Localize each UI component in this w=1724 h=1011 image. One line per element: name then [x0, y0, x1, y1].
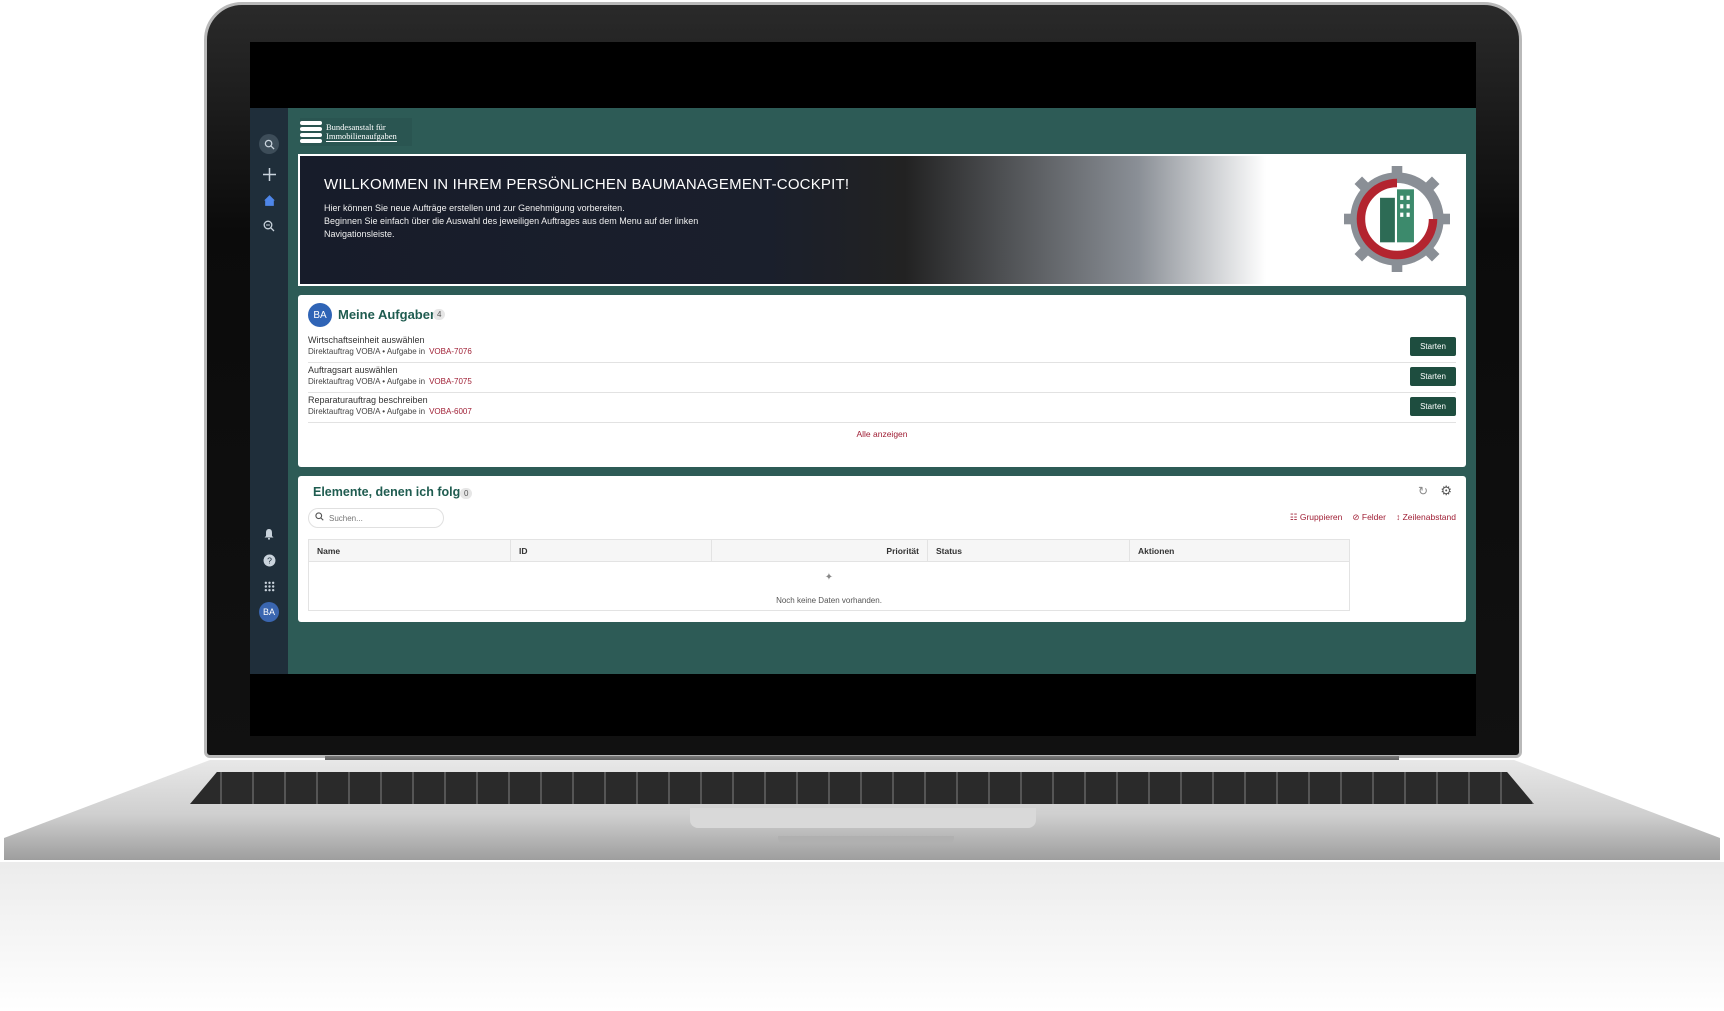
- home-icon[interactable]: [259, 190, 279, 210]
- row-spacing-label: Zeilenabstand: [1402, 512, 1456, 522]
- column-header-name[interactable]: Name: [309, 540, 511, 561]
- search-field[interactable]: [308, 508, 444, 528]
- add-icon[interactable]: [259, 164, 279, 184]
- start-button[interactable]: Starten: [1410, 397, 1456, 416]
- sidebar: ? BA: [250, 108, 288, 674]
- search-icon[interactable]: [259, 134, 279, 154]
- search-input[interactable]: [329, 513, 429, 523]
- svg-text:?: ?: [267, 555, 272, 565]
- task-link[interactable]: VOBA-7075: [429, 377, 472, 386]
- column-header-status[interactable]: Status: [928, 540, 1130, 561]
- task-row: Reparaturauftrag beschreiben Direktauftr…: [308, 393, 1456, 423]
- table-header: Name ID Priorität Status Aktionen: [309, 540, 1349, 562]
- bell-icon[interactable]: [259, 524, 279, 544]
- task-link[interactable]: VOBA-7076: [429, 347, 472, 356]
- task-row: Wirtschaftseinheit auswählen Direktauftr…: [308, 333, 1456, 363]
- refresh-icon[interactable]: ↻: [1418, 484, 1428, 498]
- laptop-keyboard: [190, 772, 1534, 804]
- laptop-notch: [778, 836, 954, 844]
- laptop-trackpad: [690, 808, 1036, 828]
- followed-items-title: Elemente, denen ich folge: [313, 485, 468, 499]
- tasks-avatar: BA: [308, 303, 332, 327]
- task-meta-text: Direktauftrag VOB/A • Aufgabe in: [308, 407, 426, 416]
- user-avatar[interactable]: BA: [259, 602, 279, 622]
- fields-label: Felder: [1361, 512, 1386, 522]
- org-name-line2: Immobilienaufgaben: [326, 130, 397, 141]
- app-window: ? BA Bundesanstalt für Immobilienaufgabe…: [250, 108, 1476, 674]
- followed-items-count-badge: 0: [460, 488, 473, 499]
- welcome-banner: WILLKOMMEN IN IHREM PERSÖNLICHEN BAUMANA…: [298, 154, 1466, 286]
- followed-items-card: Elemente, denen ich folge 0 ↻ ⚙ ☷ Gruppi…: [298, 476, 1466, 622]
- task-meta: Direktauftrag VOB/A • Aufgabe in VOBA-707…: [308, 377, 472, 386]
- group-label: Gruppieren: [1299, 512, 1343, 522]
- task-meta: Direktauftrag VOB/A • Aufgabe in VOBA-707…: [308, 347, 472, 356]
- start-button[interactable]: Starten: [1410, 337, 1456, 356]
- my-tasks-card: BA Meine Aufgaben 4 Wirtschaftseinheit a…: [298, 295, 1466, 467]
- task-row: Auftragsart auswählen Direktauftrag VOB/…: [308, 363, 1456, 393]
- task-link[interactable]: VOBA-6007: [429, 407, 472, 416]
- empty-state-sparkle-icon: ✦: [824, 572, 834, 583]
- tasks-title: Meine Aufgaben: [338, 307, 438, 322]
- fields-button[interactable]: ⊘ Felder: [1352, 512, 1386, 523]
- start-button[interactable]: Starten: [1410, 367, 1456, 386]
- column-header-id[interactable]: ID: [511, 540, 712, 561]
- construction-gear-emblem-icon: [1344, 166, 1450, 272]
- task-name: Auftragsart auswählen: [308, 365, 398, 375]
- task-name: Reparaturauftrag beschreiben: [308, 395, 428, 405]
- group-button[interactable]: ☷ Gruppieren: [1290, 512, 1343, 523]
- banner-text-line1: Hier können Sie neue Aufträge erstellen …: [324, 203, 625, 213]
- task-meta-text: Direktauftrag VOB/A • Aufgabe in: [308, 347, 426, 356]
- apps-grid-icon[interactable]: [259, 576, 279, 596]
- banner-title: WILLKOMMEN IN IHREM PERSÖNLICHEN BAUMANA…: [324, 176, 850, 193]
- banner-text-line2: Beginnen Sie einfach über die Auswahl de…: [324, 216, 699, 239]
- task-meta: Direktauftrag VOB/A • Aufgabe in VOBA-600…: [308, 407, 472, 416]
- laptop-screen: ? BA Bundesanstalt für Immobilienaufgabe…: [250, 42, 1476, 736]
- task-name: Wirtschaftseinheit auswählen: [308, 335, 425, 345]
- main-content: Bundesanstalt für Immobilienaufgaben WIL…: [288, 108, 1476, 674]
- task-meta-text: Direktauftrag VOB/A • Aufgabe in: [308, 377, 426, 386]
- row-spacing-button[interactable]: ↕ Zeilenabstand: [1396, 512, 1456, 523]
- show-all-link[interactable]: Alle anzeigen: [298, 429, 1466, 439]
- column-header-actions[interactable]: Aktionen: [1130, 540, 1349, 561]
- gear-icon[interactable]: ⚙: [1440, 483, 1452, 499]
- followed-items-table: Name ID Priorität Status Aktionen ✦ Noch…: [308, 539, 1350, 611]
- zoom-search-icon[interactable]: [259, 216, 279, 236]
- column-header-priority[interactable]: Priorität: [712, 540, 928, 561]
- laptop-reflection: [0, 862, 1724, 1011]
- tasks-count-badge: 4: [433, 309, 446, 320]
- org-logo-text: Bundesanstalt für Immobilienaufgaben: [326, 122, 397, 142]
- empty-state-text: Noch keine Daten vorhanden.: [776, 596, 882, 605]
- table-toolbar: ☷ Gruppieren ⊘ Felder ↕ Zeilenabstand: [1290, 512, 1456, 523]
- org-logo[interactable]: Bundesanstalt für Immobilienaufgaben: [300, 118, 412, 146]
- help-icon[interactable]: ?: [259, 550, 279, 570]
- search-icon: [315, 512, 324, 524]
- org-logo-mark: [300, 121, 322, 143]
